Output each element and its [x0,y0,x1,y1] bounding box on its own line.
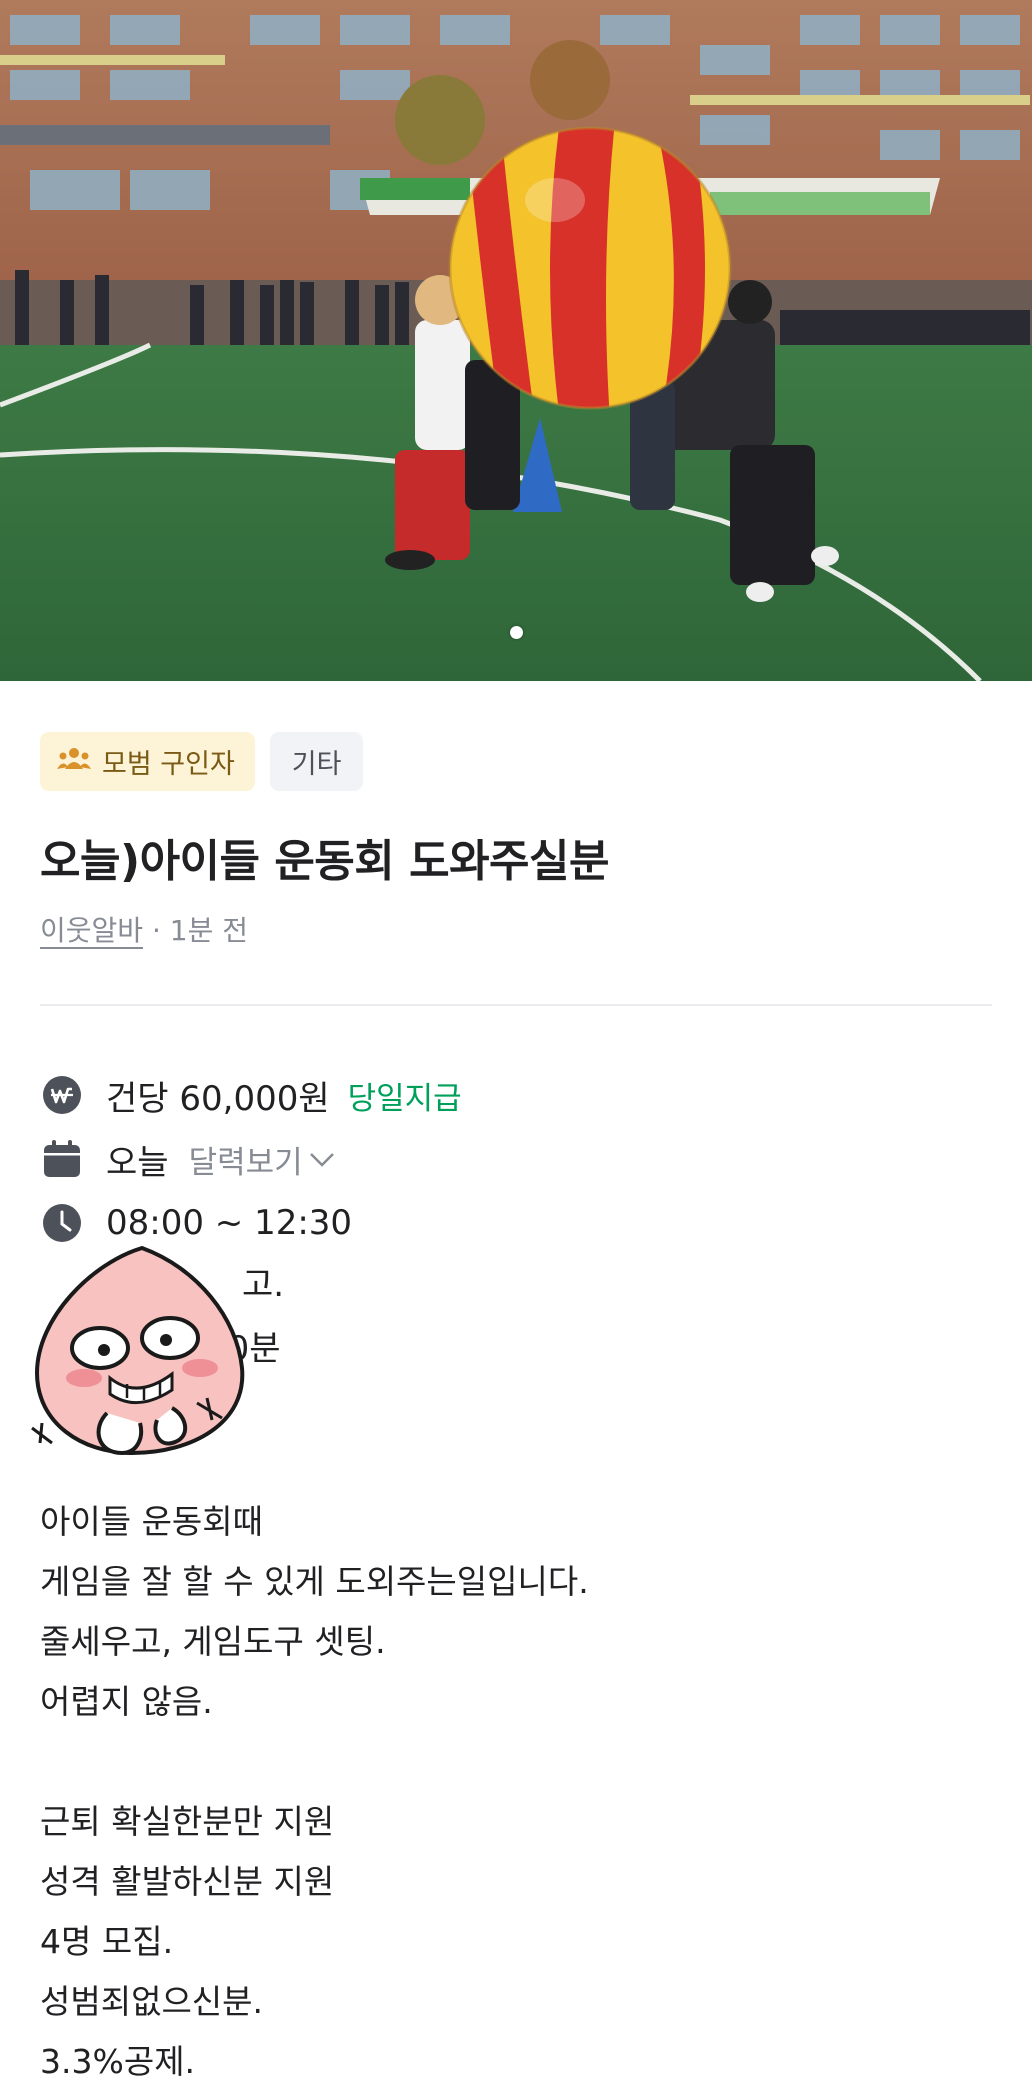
description-line: 어렵지 않음. [40,1682,213,1721]
calendar-view-link[interactable]: 달력보기 [189,1137,337,1182]
calendar-icon [40,1137,84,1181]
carousel-dot-active[interactable] [509,626,523,639]
badge-label: 모범 구인자 [102,749,235,780]
description-line: 아이들 운동회때 [40,1502,264,1541]
description-line: 근퇴 확실한분만 지원 [40,1802,335,1841]
won-icon [40,1073,84,1117]
badge-row: 모범 구인자 기타 [40,732,364,791]
description-line: 성격 활발하신분 지원 [40,1862,335,1901]
peach-sticker [22,1238,262,1482]
post-title: 오늘)아이들 운동회 도와주실분 [40,836,610,887]
author-link[interactable]: 이웃알바 [40,914,143,947]
model-employer-badge: 모범 구인자 [40,732,255,791]
category-badge: 기타 [269,732,364,791]
description-line: 4명 모집. [40,1922,174,1961]
time-value: 08:00 ~ 12:30 [106,1203,353,1243]
post-meta: 이웃알바 · 1분 전 [40,909,248,949]
divider [40,1004,992,1006]
meta-separator: · [143,914,170,947]
photo-school-sports-day [0,0,1032,681]
people-icon [56,745,92,778]
date-row: 오늘 달력보기 [40,1135,337,1183]
description-line [40,1732,992,1792]
badge-label: 기타 [291,749,342,780]
description-line: 줄세우고, 게임도구 셋팅. [40,1622,386,1661]
date-value: 오늘 [106,1142,169,1183]
description-line: 게임을 잘 할 수 있게 도외주는일입니다. [40,1562,589,1601]
description-line: 성범죄없으신분. [40,1982,264,2021]
wage-row: 건당 60,000원 당일지급 [40,1071,462,1119]
post-time: 1분 전 [169,914,248,947]
post-description: 아이들 운동회때 게임을 잘 할 수 있게 도외주는일입니다. 줄세우고, 게임… [40,1492,992,2092]
wage-amount: 건당 60,000원 [106,1078,330,1119]
post-photo[interactable] [0,0,1032,681]
carousel-indicator [0,626,1032,639]
description-line: 3.3%공제. [40,2042,196,2081]
chevron-down-icon [309,1153,334,1167]
calendar-link-label: 달력보기 [188,1144,303,1181]
payment-type: 당일지급 [347,1080,462,1117]
